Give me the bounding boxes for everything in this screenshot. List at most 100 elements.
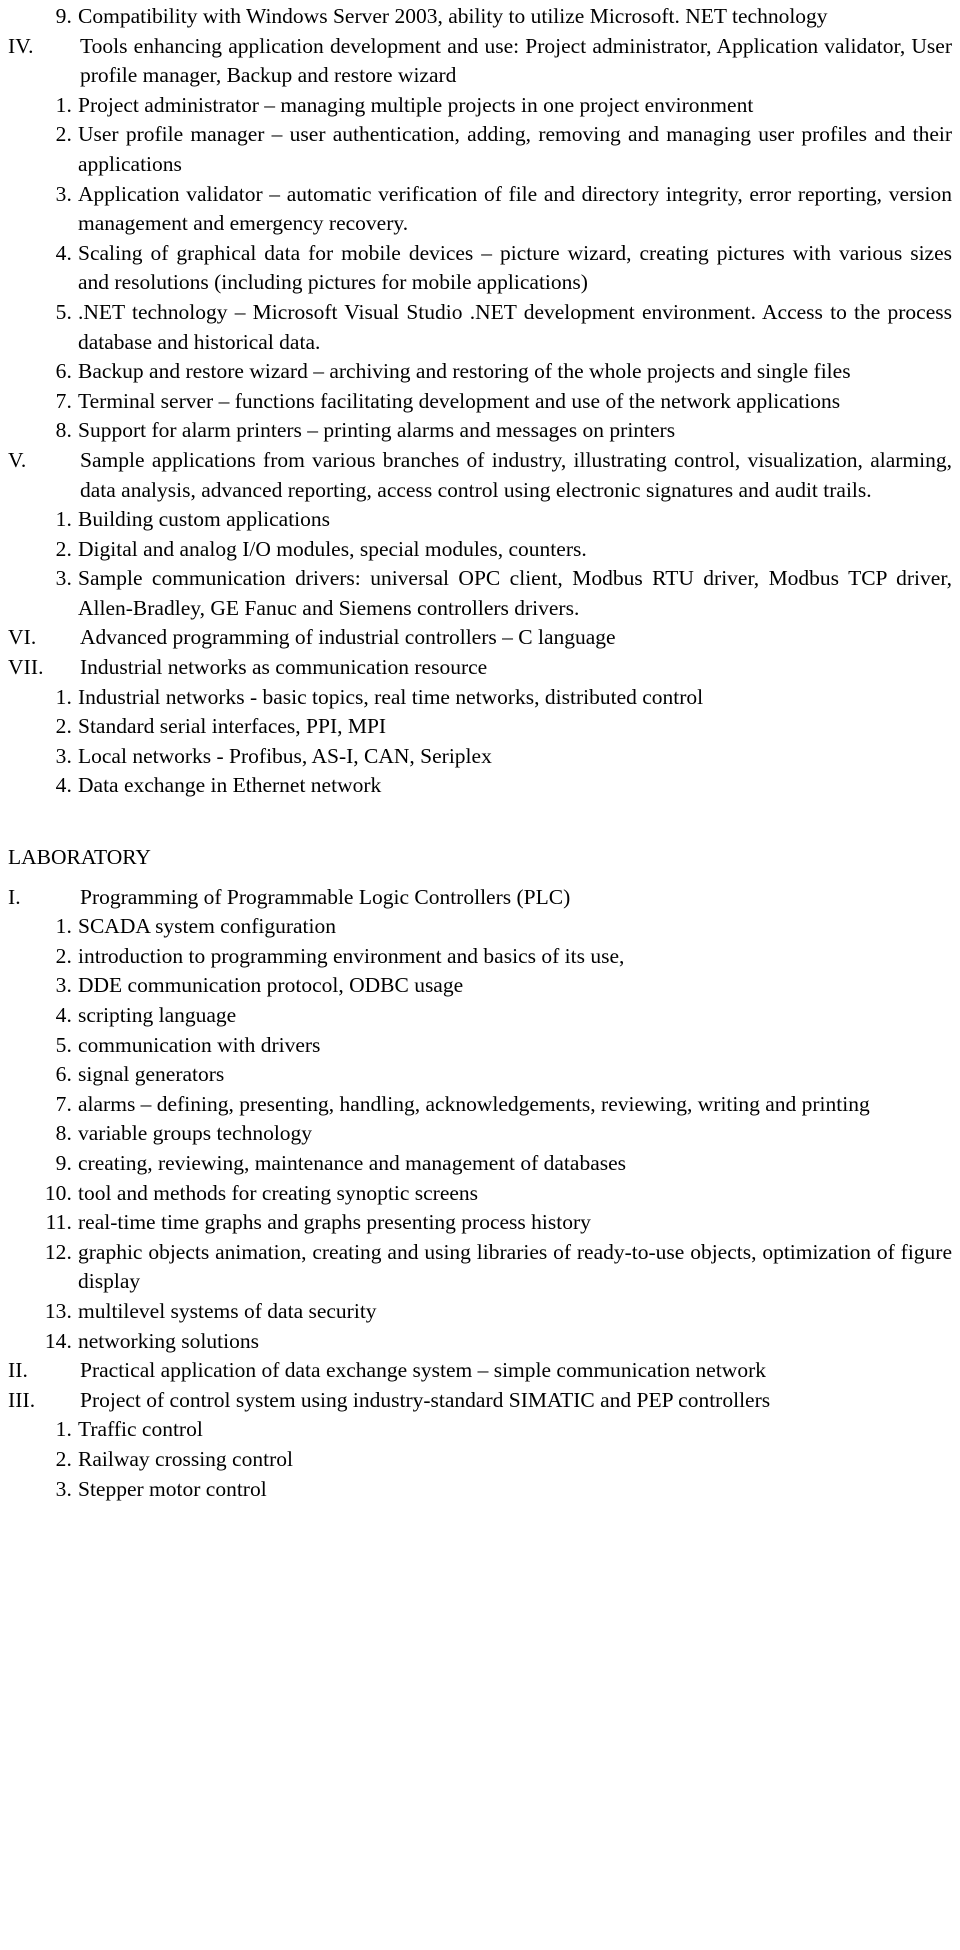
- outline-item-marker: 10.: [44, 1180, 72, 1205]
- outline-item: 3. Stepper motor control: [6, 1475, 954, 1505]
- outline-item-marker: 1.: [55, 1417, 72, 1442]
- outline-item: 2. Standard serial interfaces, PPI, MPI: [6, 712, 954, 742]
- outline-item-text: variable groups technology: [78, 1121, 313, 1146]
- outline-item-marker: 3.: [55, 973, 72, 998]
- document-page: 9. Compatibility with Windows Server 2003…: [0, 0, 960, 1950]
- laboratory-outline-list: I. Programming of Programmable Logic Cont…: [6, 883, 954, 1504]
- outline-item-marker: 5.: [55, 1032, 72, 1057]
- outline-item: 1. Industrial networks - basic topics, re…: [6, 683, 954, 713]
- outline-item: 4. Scaling of graphical data for mobile d…: [6, 239, 954, 298]
- outline-item-text: Building custom applications: [78, 507, 331, 532]
- outline-item: 4. Data exchange in Ethernet network: [6, 771, 954, 801]
- outline-item: 7. Terminal server – functions facilitati…: [6, 387, 954, 417]
- outline-item: III. Project of control system using indu…: [6, 1386, 954, 1416]
- outline-item-marker: 5.: [55, 299, 72, 324]
- outline-item: 10. tool and methods for creating synopti…: [6, 1179, 954, 1209]
- outline-item: 3. DDE communication protocol, ODBC usage: [6, 971, 954, 1001]
- outline-item-text: SCADA system configuration: [78, 914, 336, 939]
- outline-item-marker: 3.: [55, 743, 72, 768]
- outline-item: 4. scripting language: [6, 1001, 954, 1031]
- outline-item: 11. real-time time graphs and graphs pres…: [6, 1208, 954, 1238]
- outline-item-text: User profile manager – user authenticati…: [78, 122, 952, 176]
- outline-item-marker: 2.: [55, 1446, 72, 1471]
- outline-item-marker: 6.: [55, 1062, 72, 1087]
- outline-item-text: Industrial networks as communication res…: [80, 655, 488, 680]
- outline-item: 2. Railway crossing control: [6, 1445, 954, 1475]
- outline-item: VI. Advanced programming of industrial co…: [6, 623, 954, 653]
- outline-item-text: Practical application of data exchange s…: [80, 1358, 766, 1383]
- outline-item-text: Traffic control: [78, 1417, 203, 1442]
- outline-item: 2. introduction to programming environmen…: [6, 942, 954, 972]
- outline-item: II. Practical application of data exchang…: [6, 1356, 954, 1386]
- outline-item: 9. Compatibility with Windows Server 2003…: [6, 2, 954, 32]
- outline-item-text: Support for alarm printers – printing al…: [78, 418, 676, 443]
- outline-item-marker: 1.: [55, 684, 72, 709]
- outline-item-text: signal generators: [78, 1062, 225, 1087]
- outline-item-text: Railway crossing control: [78, 1446, 293, 1471]
- outline-item-text: tool and methods for creating synoptic s…: [78, 1180, 479, 1205]
- outline-item-text: Scaling of graphical data for mobile dev…: [78, 240, 952, 295]
- outline-item-text: scripting language: [78, 1003, 237, 1027]
- outline-item-text: networking solutions: [78, 1328, 259, 1353]
- outline-item: 1. Project administrator – managing multi…: [6, 91, 954, 121]
- outline-item-marker: VI.: [8, 625, 37, 650]
- outline-item: 5. communication with drivers: [6, 1031, 954, 1061]
- outline-item-marker: 7.: [55, 388, 72, 413]
- outline-item: 3. Local networks - Profibus, AS-I, CAN, …: [6, 742, 954, 772]
- outline-item-marker: 1.: [55, 507, 72, 532]
- outline-item-text: Programming of Programmable Logic Contro…: [80, 884, 571, 909]
- outline-item: 8. variable groups technology: [6, 1119, 954, 1149]
- outline-item-text: DDE communication protocol, ODBC usage: [78, 973, 464, 998]
- outline-item-text: Digital and analog I/O modules, special …: [78, 536, 587, 561]
- document-body: 9. Compatibility with Windows Server 2003…: [0, 0, 960, 1504]
- outline-item-marker: IV.: [8, 33, 34, 58]
- outline-item: VII. Industrial networks as communication…: [6, 653, 954, 683]
- outline-item: I. Programming of Programmable Logic Cont…: [6, 883, 954, 913]
- laboratory-section-heading: LABORATORY: [8, 845, 151, 870]
- outline-item-text: Local networks - Profibus, AS-I, CAN, Se…: [78, 743, 492, 768]
- outline-item: 1. Traffic control: [6, 1415, 954, 1445]
- outline-item-text: Compatibility with Windows Server 2003, …: [78, 4, 828, 28]
- outline-item: 3. Sample communication drivers: universa…: [6, 564, 954, 623]
- outline-item: 6. Backup and restore wizard – archiving …: [6, 357, 954, 387]
- outline-item-marker: 2.: [55, 714, 72, 739]
- outline-item-text: Sample applications from various branche…: [80, 447, 952, 502]
- outline-item: 7. alarms – defining, presenting, handlin…: [6, 1090, 954, 1120]
- outline-item-marker: 14.: [44, 1328, 72, 1353]
- outline-item: V. Sample applications from various branc…: [6, 446, 954, 505]
- outline-item-text: Tools enhancing application development …: [80, 33, 952, 88]
- outline-item-marker: 1.: [55, 914, 72, 939]
- outline-item-text: Application validator – automatic verifi…: [78, 181, 952, 236]
- outline-item-text: introduction to programming environment …: [78, 943, 625, 968]
- outline-item: 14. networking solutions: [6, 1327, 954, 1357]
- outline-item: 8. Support for alarm printers – printing …: [6, 416, 954, 446]
- outline-item-marker: VII.: [8, 655, 44, 680]
- outline-item: IV. Tools enhancing application developme…: [6, 32, 954, 91]
- outline-item-marker: 3.: [55, 1476, 72, 1501]
- outline-item-marker: 2.: [55, 536, 72, 561]
- outline-item-text: communication with drivers: [78, 1032, 321, 1057]
- outline-item-marker: 4.: [55, 1003, 72, 1027]
- outline-item-marker: III.: [8, 1387, 36, 1412]
- outline-item-marker: I.: [8, 884, 21, 909]
- outline-item: 2. Digital and analog I/O modules, specia…: [6, 535, 954, 565]
- outline-item: 6. signal generators: [6, 1060, 954, 1090]
- outline-item-text: Advanced programming of industrial contr…: [80, 625, 616, 650]
- outline-item: 13. multilevel systems of data security: [6, 1297, 954, 1327]
- outline-item-marker: 7.: [55, 1091, 72, 1116]
- outline-item: 2. User profile manager – user authentica…: [6, 120, 954, 179]
- outline-item-text: Data exchange in Ethernet network: [78, 773, 382, 798]
- outline-item-marker: 1.: [55, 92, 72, 117]
- outline-item-marker: 2.: [55, 122, 72, 147]
- outline-item-marker: 12.: [44, 1239, 72, 1264]
- outline-item-marker: 11.: [45, 1210, 72, 1235]
- outline-item-text: Sample communication drivers: universal …: [78, 566, 952, 620]
- outline-item-marker: 4.: [55, 240, 72, 265]
- outline-item-marker: 13.: [44, 1298, 72, 1323]
- outline-item-marker: 9.: [55, 4, 72, 28]
- outline-item-text: creating, reviewing, maintenance and man…: [78, 1150, 627, 1175]
- outline-item-text: alarms – defining, presenting, handling,…: [78, 1091, 870, 1116]
- outline-item-marker: 8.: [55, 1121, 72, 1146]
- outline-item-text: Project administrator – managing multipl…: [78, 92, 754, 117]
- outline-item: 1. SCADA system configuration: [6, 912, 954, 942]
